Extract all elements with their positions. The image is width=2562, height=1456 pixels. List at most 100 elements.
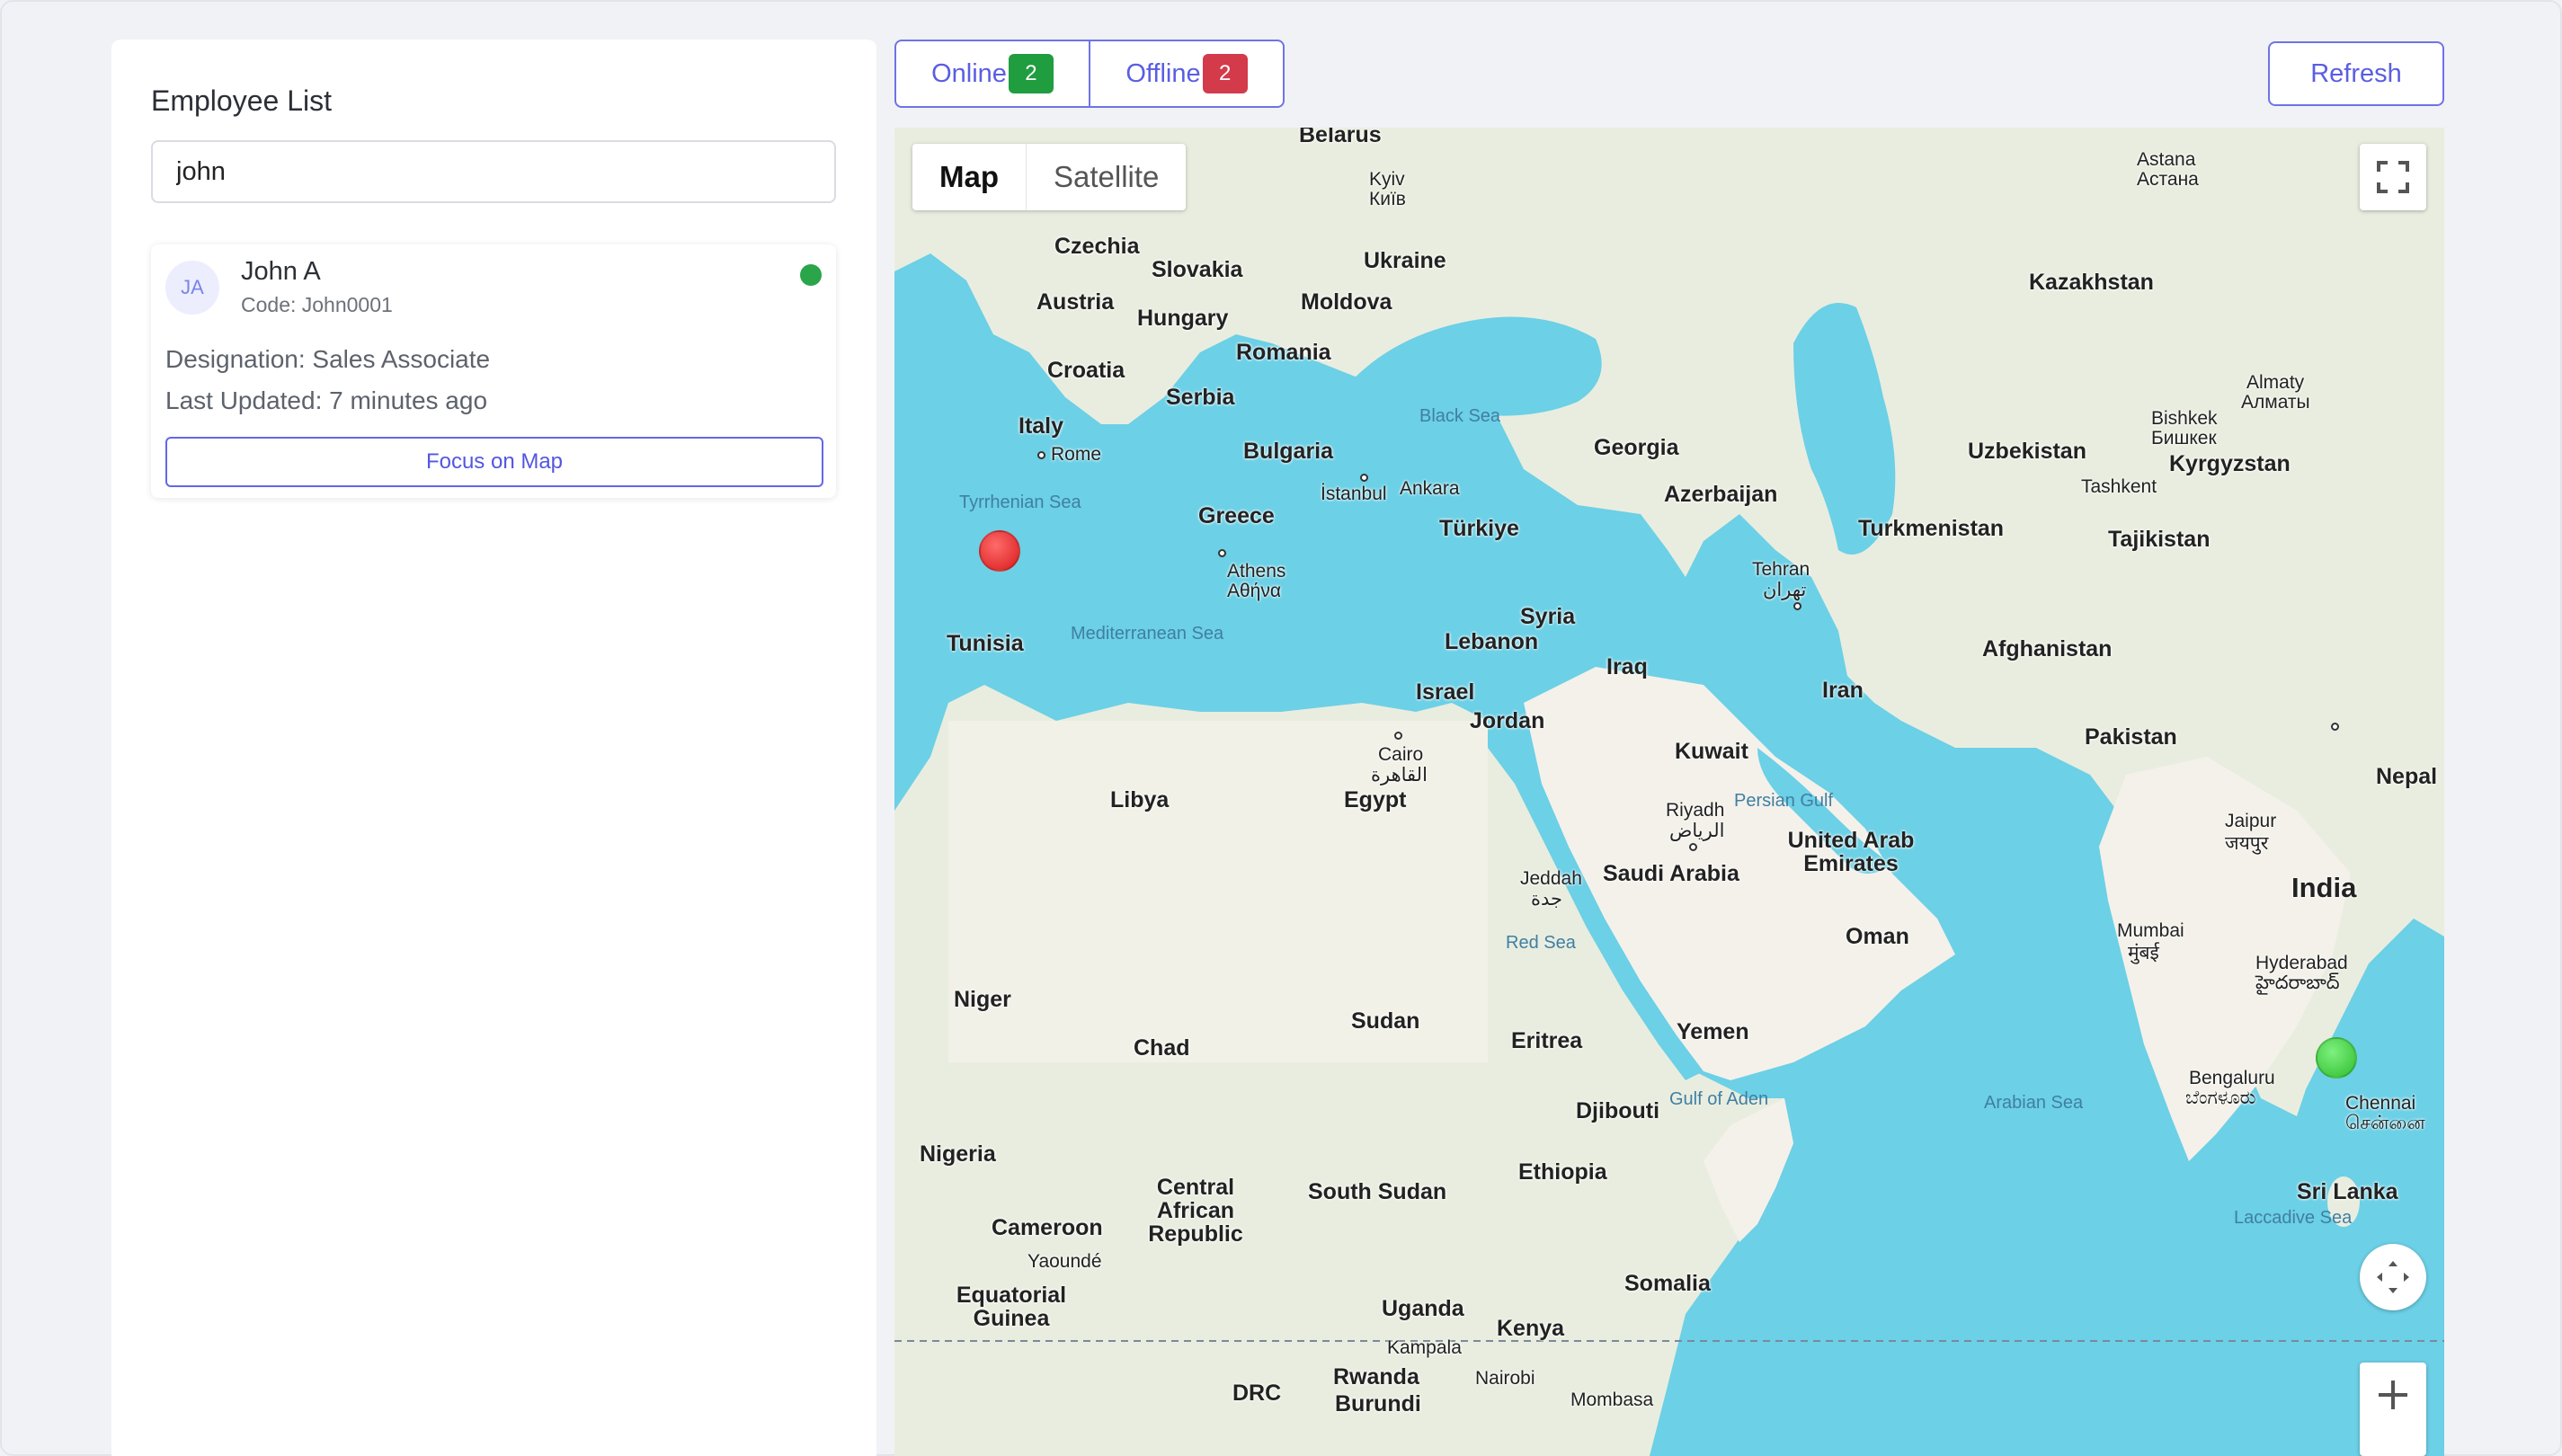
map-label-syria: Syria [1520,604,1576,629]
map-label-chad: Chad [1134,1035,1190,1061]
map-label-tunisia: Tunisia [947,631,1024,656]
pan-arrows-icon [2377,1261,2409,1293]
map-sea-tyrrhenian: Tyrrhenian Sea [959,493,1081,512]
tab-offline[interactable]: Offline 2 [1089,41,1283,106]
map-label-djibouti: Djibouti [1576,1098,1660,1123]
map-city-kampala: Kampala [1387,1337,1462,1358]
map-city-almaty: Almaty [2246,372,2305,393]
map-sea-black: Black Sea [1419,406,1501,426]
employee-marker-offline[interactable] [979,530,1020,572]
employee-marker-online[interactable] [2316,1037,2357,1079]
city-dot [1218,549,1226,557]
map-label-india: India [2291,872,2357,903]
map-label-libya: Libya [1110,787,1170,812]
map-sea-gulf-of-aden: Gulf of Aden [1669,1089,1769,1109]
city-dot [1793,602,1801,610]
map-city-ankara: Ankara [1400,478,1460,499]
city-dot [1689,843,1697,851]
map-city-mombasa: Mombasa [1570,1389,1654,1410]
map-label-niger: Niger [954,987,1011,1012]
focus-on-map-button[interactable]: Focus on Map [165,437,823,487]
map-city-tehran-local: تهران [1763,580,1807,600]
map-label-saudi-arabia: Saudi Arabia [1603,861,1739,886]
map-label-egypt: Egypt [1344,787,1407,812]
map-label-kenya: Kenya [1497,1316,1565,1341]
map-city-mumbai: Mumbai [2117,920,2184,941]
map-label-kazakhstan: Kazakhstan [2029,270,2154,295]
map-city-jeddah-local: جدة [1531,889,1563,910]
map-label-car: Central African Republic [1148,1175,1243,1247]
map-label-oman: Oman [1846,924,1909,949]
map-city-bishkek-local: Бишкек [2151,428,2217,448]
panel-title: Employee List [151,84,332,117]
map-city-riyadh: Riyadh [1666,800,1725,821]
map-type-satellite[interactable]: Satellite [1026,144,1186,210]
map-label-moldova: Moldova [1301,289,1392,315]
camera-control-button[interactable] [2360,1244,2426,1310]
map-label-azerbaijan: Azerbaijan [1664,482,1778,507]
map-city-yaounde: Yaoundé [1027,1251,1102,1272]
map-label-turkiye: Türkiye [1439,516,1519,541]
map-label-somalia: Somalia [1624,1271,1711,1296]
refresh-button[interactable]: Refresh [2268,41,2444,106]
map-view[interactable]: Belarus Kazakhstan Czechia Slovakia Ukra… [894,128,2444,1456]
map-label-nigeria: Nigeria [920,1141,996,1167]
map-label-south-sudan: South Sudan [1308,1179,1447,1204]
avatar: JA [165,261,219,315]
map-sea-red: Red Sea [1506,933,1576,953]
employee-code: Code: John0001 [241,293,393,316]
map-type-map[interactable]: Map [912,144,1026,210]
online-status-dot [800,264,822,286]
map-label-pakistan: Pakistan [2085,724,2177,750]
zoom-in-button[interactable] [2360,1363,2426,1456]
employee-last-updated: Last Updated: 7 minutes ago [165,386,488,414]
tab-online-label: Online [931,58,1007,88]
map-label-cameroon: Cameroon [992,1215,1103,1240]
map-label-ukraine: Ukraine [1364,248,1446,273]
city-dot [1037,451,1045,459]
map-city-bishkek: Bishkek [2151,408,2218,429]
map-label-slovakia: Slovakia [1152,257,1243,282]
tab-online[interactable]: Online 2 [896,41,1089,106]
city-dot [2331,723,2339,731]
map-label-romania: Romania [1236,340,1331,365]
map-city-tehran: Tehran [1752,559,1810,580]
map-city-mumbai-local: मुंबई [2128,943,2159,963]
map-city-chennai-local: சென்னை [2345,1113,2425,1133]
map-label-drc: DRC [1232,1381,1282,1406]
map-city-istanbul: İstanbul [1321,484,1387,504]
employee-card[interactable]: JA John A Code: John0001 Designation: Sa… [151,244,836,498]
map-city-bengaluru: Bengaluru [2189,1068,2275,1088]
map-label-jordan: Jordan [1470,708,1545,733]
map-label-sudan: Sudan [1351,1008,1420,1034]
map-sea-arabian: Arabian Sea [1984,1093,2084,1113]
map-city-cairo: Cairo [1378,744,1424,765]
map-label-hungary: Hungary [1137,306,1229,331]
map-city-bengaluru-local: ಬೆಂಗಳೂರು [2185,1088,2256,1108]
status-tabs: Online 2 Offline 2 [894,40,1285,108]
map-label-iraq: Iraq [1606,654,1648,679]
tab-offline-label: Offline [1125,58,1201,88]
map-label-eritrea: Eritrea [1511,1028,1583,1053]
city-dot [1360,474,1368,482]
map-city-riyadh-local: الرياض [1669,821,1725,841]
search-input[interactable] [151,140,836,203]
map-sea-persian-gulf: Persian Gulf [1734,791,1834,811]
fullscreen-icon [2377,161,2409,193]
map-sea-laccadive: Laccadive Sea [2234,1208,2353,1228]
map-label-turkmenistan: Turkmenistan [1858,516,2005,541]
map-label-rwanda: Rwanda [1333,1364,1419,1389]
map-label-serbia: Serbia [1166,385,1235,410]
map-label-uae: United Arab Emirates [1787,828,1915,876]
map-label-uganda: Uganda [1382,1296,1464,1321]
map-label-israel: Israel [1416,679,1475,705]
map-city-rome: Rome [1051,444,1102,465]
map-city-jaipur-local: जयपुर [2225,833,2269,854]
map-city-athens: Athens [1227,561,1286,582]
fullscreen-button[interactable] [2360,144,2426,210]
map-city-chennai: Chennai [2345,1093,2416,1114]
map-label-afghanistan: Afghanistan [1982,636,2113,661]
map-city-jaipur: Jaipur [2225,811,2277,831]
map-label-greece: Greece [1198,503,1275,528]
map-city-jeddah: Jeddah [1520,868,1582,889]
